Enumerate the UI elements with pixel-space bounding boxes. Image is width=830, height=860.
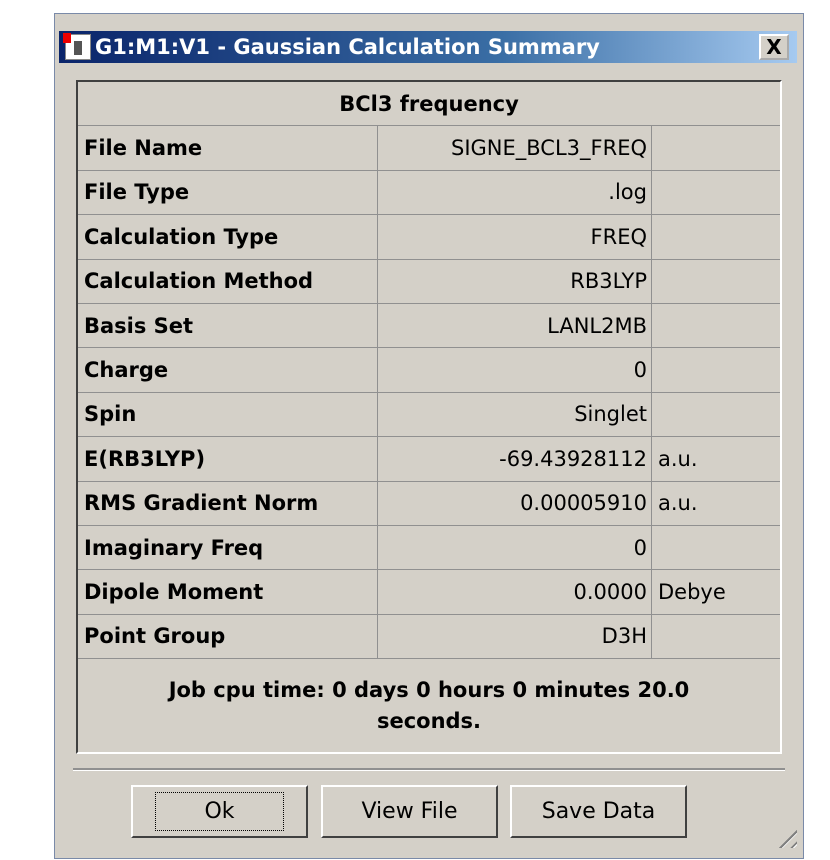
row-unit: a.u. [658, 491, 698, 516]
resize-grip-icon[interactable] [773, 824, 797, 848]
row-label: RMS Gradient Norm [78, 481, 378, 525]
row-value: 0 [378, 348, 652, 392]
table-row: Dipole Moment 0.0000 Debye [78, 570, 780, 615]
ok-label: Ok [155, 792, 284, 831]
row-unit [652, 171, 780, 214]
row-value: 0 [378, 525, 652, 570]
row-unit: Debye [658, 579, 726, 604]
row-value: 0.0000 [378, 570, 652, 614]
ok-button[interactable]: Ok [131, 785, 308, 838]
row-value: -69.43928112 [378, 437, 652, 481]
table-row: Point Group D3H [78, 614, 780, 660]
row-label: Spin [78, 392, 378, 437]
table-row: Calculation Type FREQ [78, 215, 780, 260]
row-value: RB3LYP [378, 259, 652, 303]
row-label: Point Group [78, 614, 378, 659]
title-bar[interactable]: G1:M1:V1 - Gaussian Calculation Summary … [59, 31, 797, 63]
row-unit: a.u. [658, 446, 698, 471]
table-row: E(RB3LYP) -69.43928112 a.u. [78, 437, 780, 482]
row-unit [652, 126, 780, 169]
summary-heading: BCl3 frequency [78, 82, 780, 127]
calculation-summary-dialog: G1:M1:V1 - Gaussian Calculation Summary … [54, 13, 804, 859]
table-row: Basis Set LANL2MB [78, 303, 780, 349]
row-label: E(RB3LYP) [78, 437, 378, 481]
row-unit [652, 526, 780, 569]
table-row: File Name SIGNE_BCL3_FREQ [78, 126, 780, 171]
table-row: Charge 0 [78, 348, 780, 393]
table-row: Calculation Method RB3LYP [78, 259, 780, 304]
row-label: Calculation Method [78, 259, 378, 303]
table-row: File Type .log [78, 170, 780, 216]
row-label: Imaginary Freq [78, 525, 378, 570]
row-unit [652, 215, 780, 258]
row-label: File Type [78, 170, 378, 215]
row-value: SIGNE_BCL3_FREQ [378, 126, 652, 170]
row-value: .log [378, 170, 652, 215]
window-title: G1:M1:V1 - Gaussian Calculation Summary [95, 35, 600, 59]
row-value: D3H [378, 614, 652, 659]
row-value: Singlet [378, 392, 652, 437]
view-file-button[interactable]: View File [321, 785, 498, 838]
row-unit [652, 615, 780, 658]
row-label: Dipole Moment [78, 570, 378, 614]
row-label: Basis Set [78, 303, 378, 348]
table-row: Imaginary Freq 0 [78, 525, 780, 571]
row-value: LANL2MB [378, 303, 652, 348]
row-unit [652, 304, 780, 347]
table-row: Spin Singlet [78, 392, 780, 438]
row-unit [652, 348, 780, 391]
table-row: RMS Gradient Norm 0.00005910 a.u. [78, 481, 780, 526]
divider [73, 768, 785, 771]
row-unit [652, 260, 780, 303]
row-label: Charge [78, 348, 378, 392]
row-value: 0.00005910 [378, 481, 652, 525]
row-unit [652, 393, 780, 436]
close-button[interactable]: X [759, 34, 789, 60]
row-label: File Name [78, 126, 378, 170]
job-cpu-time: Job cpu time: 0 days 0 hours 0 minutes 2… [168, 678, 690, 734]
gaussview-app-icon [63, 33, 91, 60]
row-value: FREQ [378, 215, 652, 259]
summary-table: BCl3 frequency File Name SIGNE_BCL3_FREQ F… [76, 80, 782, 754]
save-data-button[interactable]: Save Data [510, 785, 687, 838]
row-label: Calculation Type [78, 215, 378, 259]
